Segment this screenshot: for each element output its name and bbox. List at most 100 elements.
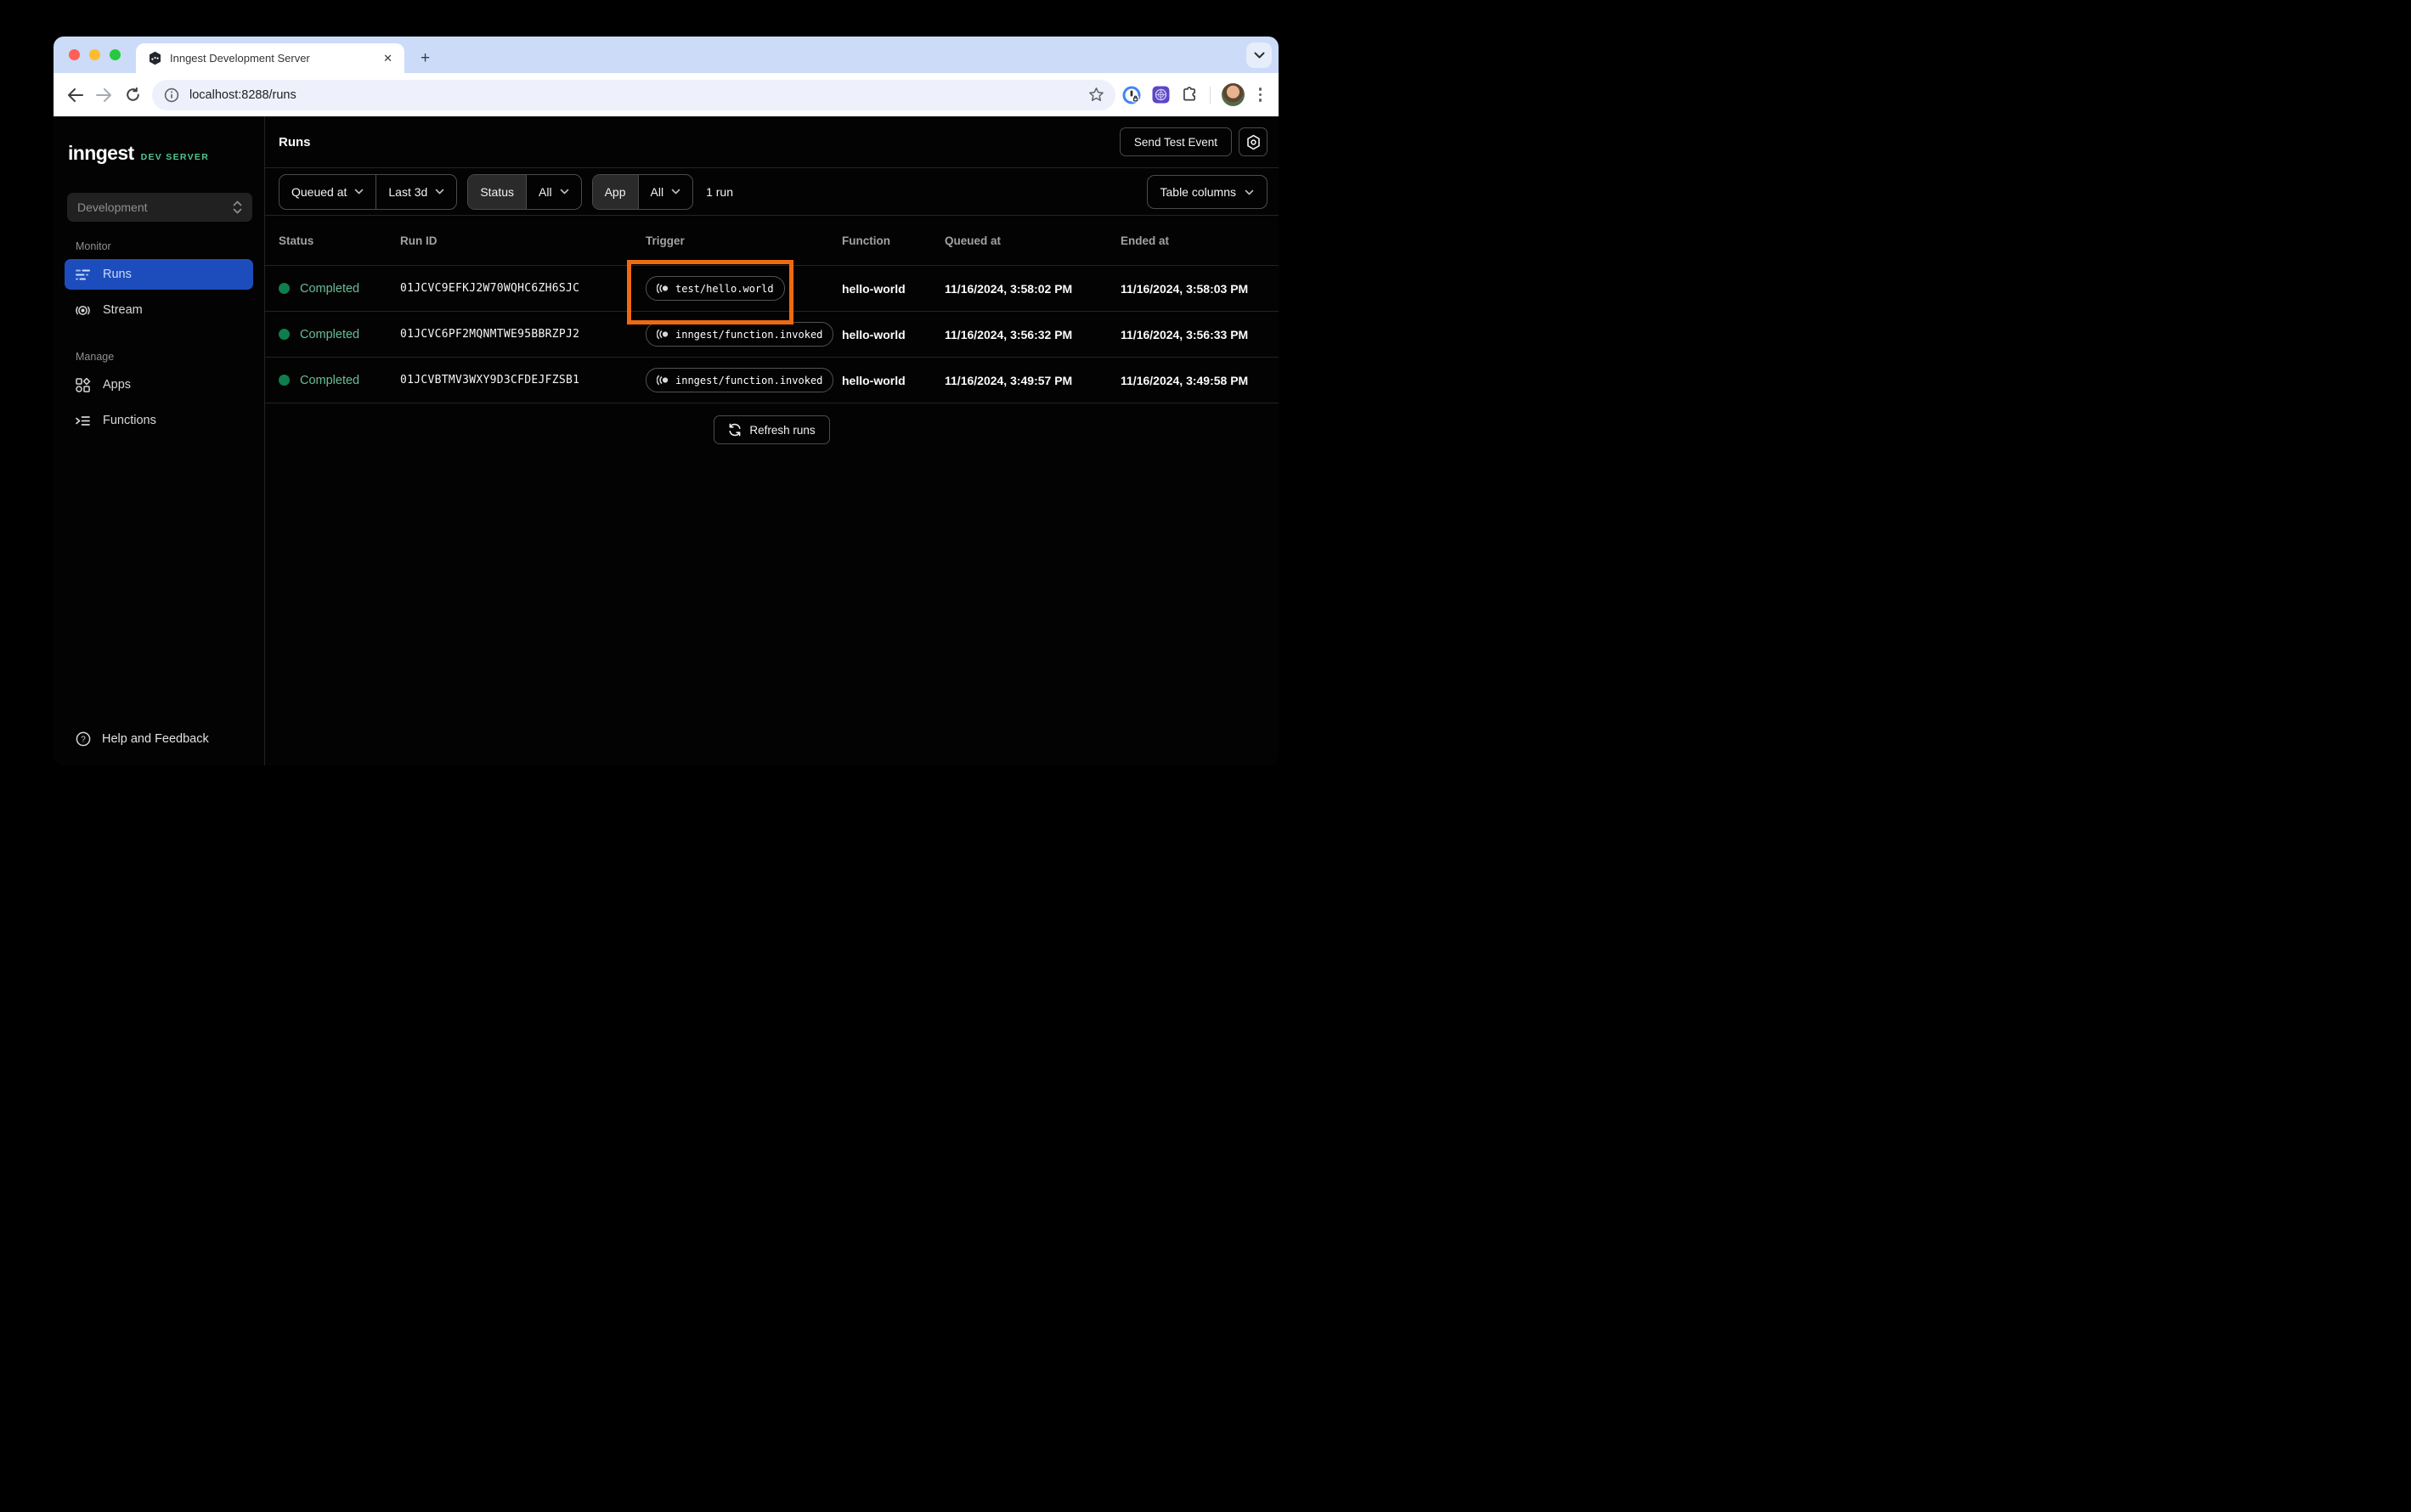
sidebar-item-label: Stream — [103, 303, 143, 317]
refresh-runs-button[interactable]: Refresh runs — [714, 415, 830, 444]
column-header-status: Status — [279, 234, 314, 247]
extension-icons — [1122, 83, 1271, 106]
ended-at: 11/16/2024, 3:56:33 PM — [1121, 327, 1249, 341]
event-signal-icon — [657, 329, 669, 340]
run-id[interactable]: 01JCVC9EFKJ2W70WQHC6ZH6SJC — [400, 282, 646, 295]
profile-avatar[interactable] — [1221, 83, 1245, 106]
sidebar-item-functions[interactable]: Functions — [65, 405, 253, 436]
runs-icon — [75, 267, 91, 283]
tab-search-chevron-button[interactable] — [1246, 42, 1272, 68]
time-field-dropdown[interactable]: Queued at — [279, 175, 375, 209]
url-text[interactable]: localhost:8288/runs — [189, 88, 296, 102]
trigger-badge[interactable]: inngest/function.invoked — [646, 368, 834, 392]
function-name[interactable]: hello-world — [842, 282, 945, 296]
run-id[interactable]: 01JCVC6PF2MQNMTWE95BBRZPJ2 — [400, 328, 646, 341]
status-dot-icon — [279, 283, 290, 294]
chevron-down-icon — [560, 189, 568, 195]
stream-icon — [75, 302, 91, 319]
sidebar-item-label: Functions — [103, 414, 156, 427]
ended-at: 11/16/2024, 3:49:58 PM — [1121, 373, 1249, 387]
inngest-logo: inngest — [68, 142, 134, 164]
main-panel: Runs Send Test Event Queued at Last 3d S… — [265, 116, 1279, 765]
table-row[interactable]: Completed 01JCVC9EFKJ2W70WQHC6ZH6SJC tes… — [265, 265, 1279, 311]
address-bar[interactable]: localhost:8288/runs — [152, 79, 1115, 110]
status-cell: Completed — [279, 282, 400, 296]
trigger-cell: inngest/function.invoked — [646, 322, 842, 347]
queued-at: 11/16/2024, 3:56:32 PM — [945, 327, 1073, 341]
new-tab-button[interactable]: + — [421, 50, 430, 66]
minimize-window-button[interactable] — [89, 49, 100, 60]
run-id[interactable]: 01JCVBTMV3WXY9D3CFDEJFZSB1 — [400, 374, 646, 386]
time-filter: Queued at Last 3d — [279, 173, 458, 210]
gear-icon — [1246, 134, 1260, 150]
site-info-icon[interactable] — [164, 87, 179, 103]
sidebar-item-label: Apps — [103, 378, 132, 392]
toolbar-divider — [1209, 86, 1211, 104]
column-header-run-id: Run ID — [400, 234, 438, 247]
help-icon: ? — [76, 731, 91, 747]
page-title: Runs — [279, 134, 311, 150]
close-window-button[interactable] — [69, 49, 80, 60]
refresh-icon — [729, 423, 741, 437]
settings-gear-button[interactable] — [1239, 127, 1268, 156]
app-filter-label: App — [592, 174, 638, 209]
back-icon[interactable] — [60, 81, 89, 110]
chevron-down-icon — [1245, 189, 1254, 195]
status-filter-dropdown[interactable]: All — [526, 174, 581, 209]
dev-server-badge: DEV SERVER — [140, 152, 210, 162]
sidebar-item-runs[interactable]: Runs — [65, 259, 253, 290]
zoom-window-button[interactable] — [110, 49, 121, 60]
help-and-feedback[interactable]: ? Help and Feedback — [76, 731, 209, 747]
event-signal-icon — [657, 283, 669, 294]
app-filter-dropdown[interactable]: All — [637, 174, 693, 209]
send-test-event-button[interactable]: Send Test Event — [1119, 127, 1232, 156]
page-header: Runs Send Test Event — [265, 116, 1279, 168]
trigger-badge[interactable]: test/hello.world — [646, 276, 785, 301]
ended-at: 11/16/2024, 3:58:03 PM — [1121, 281, 1249, 296]
sidebar-item-label: Runs — [103, 268, 132, 281]
trigger-cell: inngest/function.invoked — [646, 368, 842, 392]
help-label: Help and Feedback — [102, 732, 209, 746]
column-header-queued-at: Queued at — [945, 234, 1002, 247]
sidebar-item-stream[interactable]: Stream — [65, 295, 253, 325]
trigger-cell: test/hello.world — [646, 276, 842, 301]
function-name[interactable]: hello-world — [842, 328, 945, 341]
table-columns-button[interactable]: Table columns — [1146, 175, 1268, 209]
status-cell: Completed — [279, 374, 400, 387]
table-row[interactable]: Completed 01JCVBTMV3WXY9D3CFDEJFZSB1 inn… — [265, 357, 1279, 403]
svg-text:?: ? — [81, 735, 86, 744]
environment-select-value: Development — [77, 200, 148, 214]
chevron-down-icon — [436, 189, 444, 195]
purple-extension-icon[interactable] — [1152, 86, 1170, 104]
extensions-puzzle-icon[interactable] — [1181, 86, 1199, 104]
sidebar-item-apps[interactable]: Apps — [65, 370, 253, 400]
section-label-monitor: Monitor — [76, 240, 111, 252]
chevron-down-icon — [355, 189, 364, 195]
browser-tabstrip: Inngest Development Server ✕ + — [54, 37, 1279, 73]
queued-at: 11/16/2024, 3:58:02 PM — [945, 281, 1073, 296]
logo-row: inngest DEV SERVER — [68, 142, 264, 165]
function-name[interactable]: hello-world — [842, 374, 945, 387]
column-header-function: Function — [842, 234, 890, 247]
environment-select[interactable]: Development — [67, 193, 252, 222]
window-controls[interactable] — [69, 49, 121, 60]
table-row[interactable]: Completed 01JCVC6PF2MQNMTWE95BBRZPJ2 inn… — [265, 311, 1279, 357]
bookmark-star-icon[interactable] — [1088, 87, 1104, 103]
event-signal-icon — [657, 375, 669, 386]
status-dot-icon — [279, 329, 290, 340]
filter-bar: Queued at Last 3d Status All App All 1 r… — [265, 168, 1279, 216]
trigger-badge[interactable]: inngest/function.invoked — [646, 322, 834, 347]
time-range-dropdown[interactable]: Last 3d — [375, 174, 456, 209]
tab-close-icon[interactable]: ✕ — [380, 50, 396, 67]
column-header-trigger: Trigger — [646, 234, 685, 247]
app-filter: App All — [591, 173, 694, 210]
browser-menu-icon[interactable] — [1256, 87, 1271, 102]
column-header-ended-at: Ended at — [1121, 234, 1170, 247]
section-label-manage: Manage — [76, 351, 115, 363]
browser-tab[interactable]: Inngest Development Server ✕ — [136, 43, 404, 73]
browser-toolbar: localhost:8288/runs — [54, 73, 1279, 116]
forward-icon[interactable] — [89, 81, 118, 110]
run-count: 1 run — [706, 184, 733, 199]
reload-icon[interactable] — [118, 81, 147, 110]
password-manager-extension-icon[interactable] — [1122, 86, 1141, 104]
